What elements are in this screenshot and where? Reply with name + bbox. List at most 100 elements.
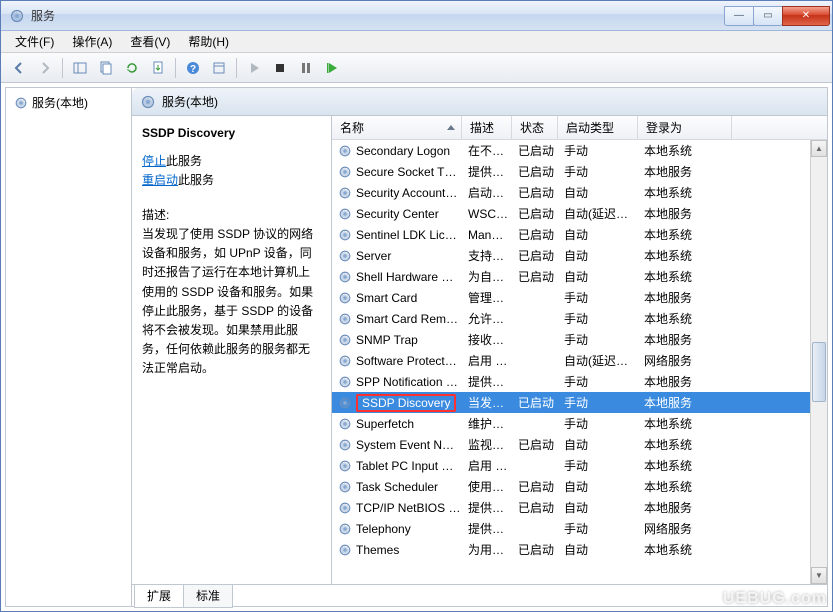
service-row[interactable]: Security Account…启动…已启动自动本地系统 <box>332 182 827 203</box>
service-logon: 本地系统 <box>642 457 736 474</box>
scroll-thumb[interactable] <box>812 342 826 402</box>
export-button[interactable] <box>94 56 118 80</box>
service-name: Server <box>356 249 391 263</box>
forward-button[interactable] <box>33 56 57 80</box>
gear-icon <box>338 270 352 284</box>
column-name[interactable]: 名称 <box>332 116 462 139</box>
maximize-button[interactable]: ▭ <box>753 6 783 26</box>
refresh-button[interactable] <box>120 56 144 80</box>
service-row[interactable]: Smart Card管理…手动本地服务 <box>332 287 827 308</box>
service-logon: 本地系统 <box>642 268 736 285</box>
service-status: 已启动 <box>516 436 562 453</box>
scroll-up-button[interactable]: ▲ <box>811 140 827 157</box>
service-row[interactable]: Task Scheduler使用…已启动自动本地系统 <box>332 476 827 497</box>
column-startup[interactable]: 启动类型 <box>558 116 638 139</box>
gear-icon <box>338 480 352 494</box>
list-body[interactable]: Secondary Logon在不…已启动手动本地系统Secure Socket… <box>332 140 827 584</box>
service-status: 已启动 <box>516 478 562 495</box>
menu-file[interactable]: 文件(F) <box>7 31 62 52</box>
description-label: 描述: <box>142 206 321 223</box>
svg-text:?: ? <box>190 64 196 75</box>
service-row[interactable]: Themes为用…已启动自动本地系统 <box>332 539 827 560</box>
list-header: 名称 描述 状态 启动类型 登录为 <box>332 116 827 140</box>
service-name: Telephony <box>356 522 411 536</box>
service-logon: 本地系统 <box>642 478 736 495</box>
column-status[interactable]: 状态 <box>512 116 558 139</box>
service-row[interactable]: System Event N…监视…已启动自动本地系统 <box>332 434 827 455</box>
service-name: Themes <box>356 543 399 557</box>
toolbar-separator <box>62 58 63 78</box>
tree-root[interactable]: 服务(本地) <box>10 92 127 113</box>
service-name: Secure Socket T… <box>356 165 457 179</box>
app-icon <box>9 8 25 24</box>
service-desc: 当发… <box>466 394 516 411</box>
gear-icon <box>338 291 352 305</box>
description-text: 当发现了使用 SSDP 协议的网络设备和服务，如 UPnP 设备，同时还报告了运… <box>142 225 321 379</box>
service-logon: 本地服务 <box>642 331 736 348</box>
service-row[interactable]: Tablet PC Input …启用 …手动本地系统 <box>332 455 827 476</box>
service-startup: 自动(延迟… <box>562 352 642 369</box>
service-row[interactable]: SSDP Discovery当发…已启动手动本地服务 <box>332 392 827 413</box>
service-row[interactable]: Superfetch维护…手动本地系统 <box>332 413 827 434</box>
close-button[interactable]: ✕ <box>782 6 830 26</box>
start-service-button[interactable] <box>242 56 266 80</box>
menu-action[interactable]: 操作(A) <box>64 31 120 52</box>
service-logon: 本地服务 <box>642 373 736 390</box>
gear-icon <box>338 207 352 221</box>
service-row[interactable]: SNMP Trap接收…手动本地服务 <box>332 329 827 350</box>
service-logon: 本地服务 <box>642 394 736 411</box>
service-row[interactable]: Shell Hardware …为自…已启动自动本地系统 <box>332 266 827 287</box>
service-desc: 管理… <box>466 289 516 306</box>
properties-button[interactable] <box>207 56 231 80</box>
service-name: Security Center <box>356 207 439 221</box>
stop-link[interactable]: 停止 <box>142 154 166 168</box>
service-row[interactable]: SPP Notification …提供…手动本地服务 <box>332 371 827 392</box>
service-row[interactable]: Sentinel LDK Lic…Man…已启动自动本地系统 <box>332 224 827 245</box>
service-startup: 自动 <box>562 499 642 516</box>
service-desc: 启动… <box>466 184 516 201</box>
service-desc: 为自… <box>466 268 516 285</box>
service-startup: 自动 <box>562 541 642 558</box>
menu-help[interactable]: 帮助(H) <box>180 31 237 52</box>
gear-icon <box>338 165 352 179</box>
service-row[interactable]: Software Protect…启用 …自动(延迟…网络服务 <box>332 350 827 371</box>
help-button[interactable]: ? <box>181 56 205 80</box>
service-startup: 手动 <box>562 394 642 411</box>
service-status: 已启动 <box>516 499 562 516</box>
service-startup: 自动 <box>562 184 642 201</box>
minimize-button[interactable]: — <box>724 6 754 26</box>
service-row[interactable]: Server支持…已启动自动本地系统 <box>332 245 827 266</box>
service-row[interactable]: Smart Card Rem…允许…手动本地系统 <box>332 308 827 329</box>
service-row[interactable]: Security CenterWSC…已启动自动(延迟…本地服务 <box>332 203 827 224</box>
tree-root-label: 服务(本地) <box>32 94 88 111</box>
tab-standard[interactable]: 标准 <box>183 585 233 608</box>
service-row[interactable]: Secondary Logon在不…已启动手动本地系统 <box>332 140 827 161</box>
export-list-button[interactable] <box>146 56 170 80</box>
service-row[interactable]: Secure Socket T…提供…已启动手动本地服务 <box>332 161 827 182</box>
service-startup: 自动(延迟… <box>562 205 642 222</box>
restart-link[interactable]: 重启动 <box>142 173 178 187</box>
service-row[interactable]: TCP/IP NetBIOS …提供…已启动自动本地服务 <box>332 497 827 518</box>
tab-extended[interactable]: 扩展 <box>134 585 184 608</box>
scroll-down-button[interactable]: ▼ <box>811 567 827 584</box>
scroll-track[interactable] <box>811 157 827 567</box>
gear-icon <box>338 396 352 410</box>
stop-service-button[interactable] <box>268 56 292 80</box>
menubar: 文件(F) 操作(A) 查看(V) 帮助(H) <box>1 31 832 53</box>
service-startup: 自动 <box>562 436 642 453</box>
back-button[interactable] <box>7 56 31 80</box>
service-name: Software Protect… <box>356 354 457 368</box>
service-logon: 本地系统 <box>642 184 736 201</box>
scrollbar-vertical[interactable]: ▲ ▼ <box>810 140 827 584</box>
service-logon: 本地系统 <box>642 226 736 243</box>
menu-view[interactable]: 查看(V) <box>122 31 178 52</box>
service-desc: 启用 … <box>466 457 516 474</box>
pause-service-button[interactable] <box>294 56 318 80</box>
column-logon[interactable]: 登录为 <box>638 116 732 139</box>
service-row[interactable]: Telephony提供…手动网络服务 <box>332 518 827 539</box>
service-desc: Man… <box>466 228 516 242</box>
restart-service-button[interactable] <box>320 56 344 80</box>
show-hide-button[interactable] <box>68 56 92 80</box>
column-description[interactable]: 描述 <box>462 116 512 139</box>
gear-icon <box>338 522 352 536</box>
